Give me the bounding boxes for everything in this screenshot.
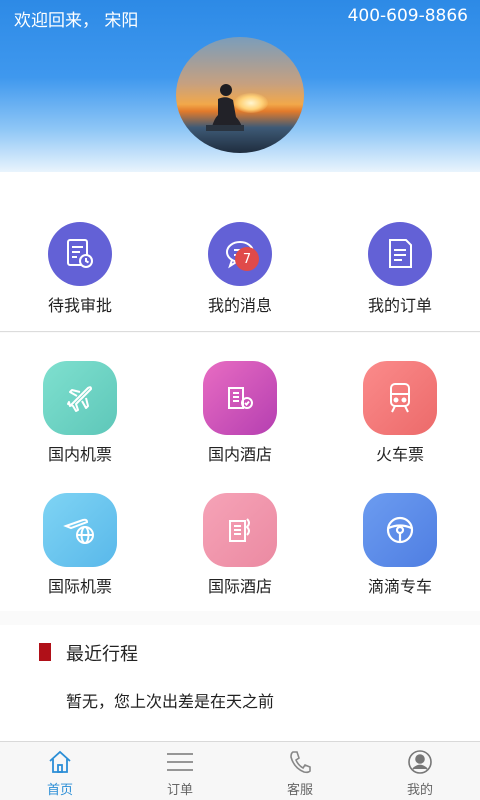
didi-car-button[interactable]: 滴滴专车 xyxy=(340,493,460,597)
tab-home[interactable]: 首页 xyxy=(0,748,120,798)
tab-home-label: 首页 xyxy=(46,783,73,798)
quick-actions: 待我审批 7 我的消息 我的订单 xyxy=(0,172,480,332)
pending-approval-button[interactable]: 待我审批 xyxy=(20,222,140,316)
recent-trips-title: 最近行程 xyxy=(66,644,138,665)
international-hotel-label: 国际酒店 xyxy=(207,577,272,596)
home-icon xyxy=(0,748,120,776)
list-icon xyxy=(120,748,240,776)
train-ticket-button[interactable]: 火车票 xyxy=(340,361,460,465)
domestic-hotel-label: 国内酒店 xyxy=(207,445,272,464)
steering-wheel-icon xyxy=(363,493,437,567)
hotline-phone[interactable]: 400-609-8866 xyxy=(348,6,468,26)
hotel-building-icon xyxy=(203,493,277,567)
tab-orders[interactable]: 订单 xyxy=(120,748,240,798)
avatar[interactable] xyxy=(176,37,304,153)
tab-service-label: 客服 xyxy=(286,783,313,798)
approval-icon xyxy=(48,222,112,286)
domestic-flight-button[interactable]: 国内机票 xyxy=(20,361,140,465)
recent-trips-message: 暂无，您上次出差是在天之前 xyxy=(66,692,275,711)
bottom-tab-bar: 首页 订单 客服 我的 xyxy=(0,741,480,800)
pending-approval-label: 待我审批 xyxy=(47,296,112,315)
tab-orders-label: 订单 xyxy=(166,783,193,798)
tab-service[interactable]: 客服 xyxy=(240,748,360,798)
app-home-screen: 欢迎回来， 宋阳 400-609-8866 待我审批 7 我的消息 我的订单 国… xyxy=(0,0,480,800)
train-icon xyxy=(363,361,437,435)
globe-airplane-icon xyxy=(43,493,117,567)
hotel-icon xyxy=(203,361,277,435)
section-marker xyxy=(39,643,51,661)
my-messages-label: 我的消息 xyxy=(207,296,272,315)
international-flight-button[interactable]: 国际机票 xyxy=(20,493,140,597)
my-orders-label: 我的订单 xyxy=(367,296,432,315)
welcome-text: 欢迎回来， 宋阳 xyxy=(14,11,139,31)
tab-profile[interactable]: 我的 xyxy=(360,748,480,798)
avatar-figure xyxy=(206,84,244,131)
message-count-badge: 7 xyxy=(235,247,259,271)
international-flight-label: 国际机票 xyxy=(47,577,112,596)
profile-header: 欢迎回来， 宋阳 400-609-8866 xyxy=(0,0,480,172)
domestic-flight-label: 国内机票 xyxy=(47,445,112,464)
tab-profile-label: 我的 xyxy=(406,783,433,798)
recent-trips-section: 最近行程 暂无，您上次出差是在天之前 xyxy=(0,625,480,741)
user-icon xyxy=(360,748,480,776)
service-grid: 国内机票 国内酒店 火车票 国际机票 国际酒店 滴滴专车 xyxy=(0,333,480,611)
didi-car-label: 滴滴专车 xyxy=(367,577,432,596)
domestic-hotel-button[interactable]: 国内酒店 xyxy=(180,361,300,465)
order-icon xyxy=(368,222,432,286)
my-orders-button[interactable]: 我的订单 xyxy=(340,222,460,316)
international-hotel-button[interactable]: 国际酒店 xyxy=(180,493,300,597)
phone-icon xyxy=(240,748,360,776)
airplane-icon xyxy=(43,361,117,435)
my-messages-button[interactable]: 7 我的消息 xyxy=(180,222,300,316)
train-ticket-label: 火车票 xyxy=(375,445,424,464)
